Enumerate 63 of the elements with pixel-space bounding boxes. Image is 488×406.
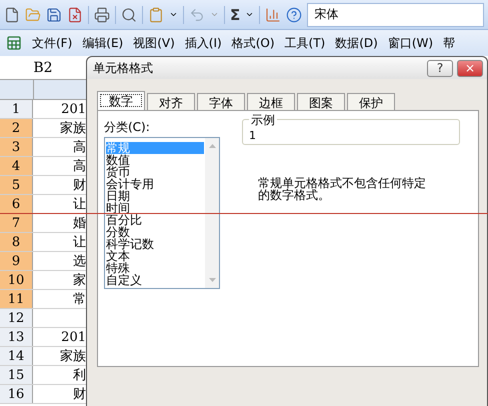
print-icon[interactable] [94,6,110,22]
tab[interactable]: 图案 [297,93,345,110]
font-field[interactable]: 宋体 [307,2,484,26]
category-label: 分类(C): [104,119,151,136]
list-item[interactable]: 自定义 [106,274,204,286]
tab[interactable]: 对齐 [147,93,195,110]
list-item[interactable]: 会计专用 [106,178,204,190]
scroll-bar[interactable] [205,138,219,288]
tab[interactable]: 边框 [247,93,295,110]
menu-item[interactable]: 帮 [443,34,456,52]
help-button[interactable]: ? [427,60,453,76]
row-header[interactable]: 2 [0,119,33,137]
description-text: 常规单元格格式不包含任何特定的数字格式。 [258,177,427,201]
print-preview-icon[interactable] [121,6,137,22]
new-file-icon[interactable] [4,6,20,22]
row-header[interactable]: 1 [0,100,33,118]
menu-item[interactable]: 视图(V) [133,34,175,52]
row-header[interactable]: 3 [0,138,33,156]
menu-item[interactable]: 文件(F) [32,34,72,52]
close-button[interactable]: × [457,60,483,76]
tab[interactable]: 保护 [347,93,395,110]
list-item[interactable]: 科学记数 [106,238,204,250]
row-header[interactable]: 6 [0,195,33,213]
window-title: 单元格格式 [93,60,154,76]
row-header[interactable]: 8 [0,233,33,251]
list-item[interactable]: 分数 [106,226,204,238]
list-item[interactable]: 特殊 [106,262,204,274]
chart-icon[interactable] [265,6,282,22]
help-icon[interactable] [286,6,302,22]
list-item[interactable]: 时间 [106,202,204,214]
list-item[interactable]: 日期 [106,190,204,202]
menu-item[interactable]: 编辑(E) [82,34,124,52]
tab[interactable]: 数字 [97,91,145,110]
save-icon[interactable] [46,6,62,22]
row-header[interactable]: 11 [0,290,33,308]
row-header[interactable]: 7 [0,214,33,232]
caret-icon[interactable] [169,10,178,19]
file-permission-icon[interactable] [67,6,83,22]
autosum-button[interactable]: Σ [230,6,240,24]
row-header[interactable]: 12 [0,309,33,327]
row-header[interactable]: 5 [0,176,33,194]
row-header[interactable]: 4 [0,157,33,175]
spreadsheet-icon[interactable] [6,35,22,51]
row-header[interactable]: 13 [0,328,33,346]
list-item[interactable]: 数值 [106,154,204,166]
sample-value: 1 [249,129,257,142]
list-item[interactable]: 文本 [106,250,204,262]
menu-item[interactable]: 窗口(W) [388,34,434,52]
list-item[interactable]: 百分比 [106,214,204,226]
menu-item[interactable]: 工具(T) [284,34,326,52]
menu-item[interactable]: 插入(I) [184,34,222,52]
row-header[interactable]: 15 [0,366,33,384]
row-header[interactable]: 9 [0,252,33,270]
row-header[interactable]: 10 [0,271,33,289]
menu-item[interactable]: 格式(O) [232,34,275,52]
list-item[interactable]: 货币 [106,166,204,178]
row-header[interactable]: 16 [0,385,33,403]
menu-item[interactable]: 数据(D) [335,34,378,52]
paste-icon[interactable] [148,6,164,22]
caret-icon[interactable] [245,10,254,19]
tab[interactable]: 字体 [197,93,245,110]
sample-label: 示例 [249,112,277,129]
row-header[interactable]: 14 [0,347,33,365]
